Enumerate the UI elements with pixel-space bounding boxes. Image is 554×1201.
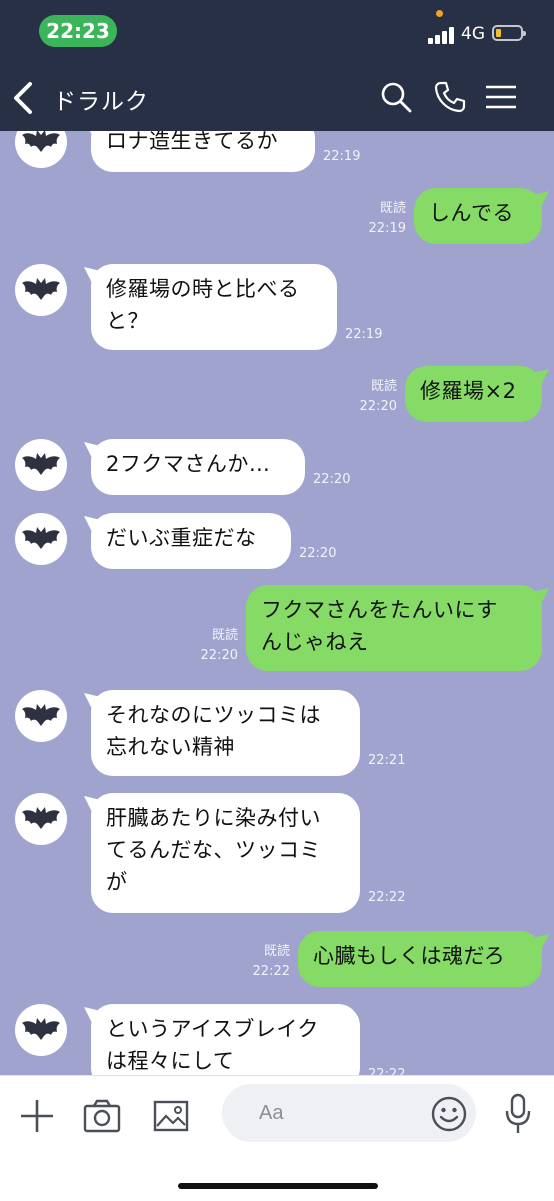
avatar[interactable] <box>15 264 67 316</box>
emoji-icon <box>431 1096 467 1132</box>
message-text-line: 修羅場×2 <box>420 379 517 403</box>
outgoing-message-bubble[interactable]: フクマさんをたんいにす んじゃねえ <box>246 585 542 671</box>
plus-icon <box>21 1100 53 1132</box>
bat-avatar-icon <box>22 278 60 300</box>
avatar[interactable] <box>15 793 67 845</box>
chat-title[interactable]: ドラルク <box>53 82 149 116</box>
message-text-line: 心臓もしくは魂だろ <box>313 944 506 968</box>
add-button[interactable] <box>17 1096 57 1136</box>
message-text-line: フクマさんをたんいにす <box>261 598 498 622</box>
bat-avatar-icon <box>22 704 60 726</box>
avatar[interactable] <box>15 439 67 491</box>
incoming-message-bubble[interactable]: だいぶ重症だな <box>91 513 291 569</box>
avatar[interactable] <box>15 1004 67 1056</box>
outgoing-message-bubble[interactable]: 心臓もしくは魂だろ <box>298 931 542 987</box>
message-timestamp: 22:20 <box>359 399 397 414</box>
message-timestamp: 22:20 <box>313 472 351 487</box>
call-button[interactable] <box>433 80 467 114</box>
message-timestamp: 22:19 <box>345 327 383 342</box>
message-text-line: は程々にして <box>106 1049 235 1073</box>
message-text-line: というアイスブレイク <box>106 1017 319 1041</box>
battery-icon <box>492 25 526 41</box>
emoji-button[interactable] <box>430 1095 468 1133</box>
back-button[interactable] <box>10 80 38 116</box>
image-icon <box>153 1100 189 1132</box>
message-text-line: しんでる <box>429 201 514 225</box>
message-timestamp: 22:22 <box>368 890 406 905</box>
read-receipt: 既読 <box>211 628 238 643</box>
avatar[interactable] <box>15 513 67 565</box>
bat-avatar-icon <box>22 1018 60 1040</box>
message-timestamp: 22:20 <box>200 648 238 663</box>
bat-avatar-icon <box>22 453 60 475</box>
bat-avatar-icon <box>22 527 60 549</box>
incoming-message-bubble[interactable]: それなのにツッコミは 忘れない精神 <box>91 690 360 776</box>
bat-avatar-icon <box>22 807 60 829</box>
menu-icon <box>486 85 516 109</box>
search-icon <box>381 82 412 113</box>
message-text-line: 忘れない精神 <box>106 735 235 759</box>
phone-icon <box>434 81 466 113</box>
read-receipt: 既読 <box>379 201 406 216</box>
read-receipt: 既読 <box>370 379 397 394</box>
message-timestamp: 22:19 <box>368 221 406 236</box>
message-text-line: 2フクマさんか… <box>106 452 271 476</box>
message-timestamp: 22:21 <box>368 753 406 768</box>
menu-button[interactable] <box>484 80 518 114</box>
message-text-line: んじゃねえ <box>261 630 369 654</box>
incoming-message-bubble[interactable]: というアイスブレイク は程々にして <box>91 1004 360 1075</box>
message-text-line: てるんだな、ツッコミ <box>106 838 321 862</box>
message-text-line: と？ <box>106 309 149 333</box>
message-text-line: 肝臓あたりに染み付い <box>106 806 321 830</box>
top-bar: 22:23 4G ドラルク <box>0 0 554 131</box>
message-text-line: が <box>106 870 128 894</box>
chevron-left-icon <box>14 82 32 114</box>
incoming-message-bubble[interactable]: 修羅場の時と比べる と？ <box>91 264 337 350</box>
message-text-line: それなのにツッコミは <box>106 703 321 727</box>
search-button[interactable] <box>379 80 413 114</box>
outgoing-message-bubble[interactable]: しんでる <box>414 188 542 244</box>
message-timestamp: 22:22 <box>252 964 290 979</box>
status-time: 22:23 <box>39 15 117 47</box>
home-indicator[interactable] <box>178 1183 378 1189</box>
camera-icon <box>83 1099 121 1133</box>
message-list[interactable]: ロナ造生きてるか 22:19 しんでる 既読 22:19 修羅場の時と比べる と？ 22:19… <box>0 0 554 1075</box>
outgoing-message-bubble[interactable]: 修羅場×2 <box>405 366 542 422</box>
microphone-icon <box>505 1093 531 1133</box>
incoming-message-bubble[interactable]: 肝臓あたりに染み付い てるんだな、ツッコミが <box>91 793 360 913</box>
camera-button[interactable] <box>82 1096 122 1136</box>
message-timestamp: 22:22 <box>368 1067 406 1075</box>
message-text-line: 修羅場の時と比べる <box>106 277 300 301</box>
message-text-line: だいぶ重症だな <box>106 526 257 550</box>
avatar[interactable] <box>15 690 67 742</box>
message-timestamp: 22:20 <box>299 546 337 561</box>
incoming-message-bubble[interactable]: 2フクマさんか… <box>91 439 305 495</box>
signal-strength-icon <box>428 26 456 44</box>
message-timestamp: 22:19 <box>323 149 361 164</box>
privacy-indicator-dot <box>436 10 443 17</box>
image-button[interactable] <box>151 1096 191 1136</box>
voice-button[interactable] <box>503 1093 533 1135</box>
read-receipt: 既読 <box>263 944 290 959</box>
network-type-label: 4G <box>461 24 485 44</box>
